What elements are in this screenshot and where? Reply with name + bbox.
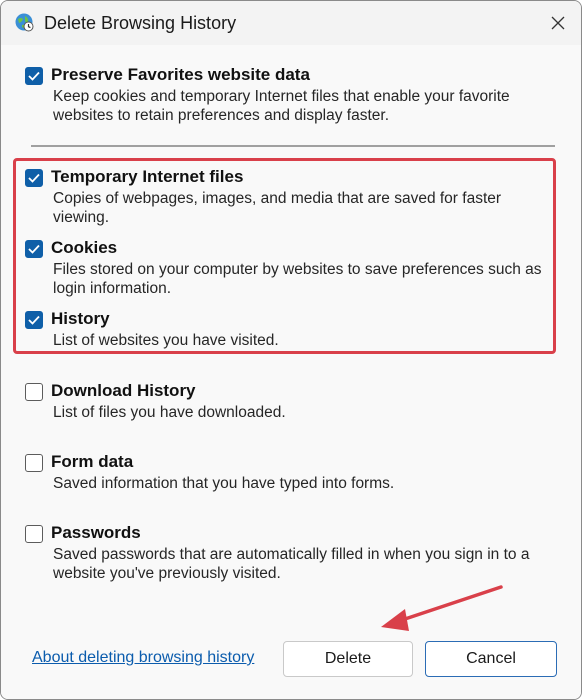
download-history-description: List of files you have downloaded.	[53, 404, 286, 421]
delete-browsing-history-dialog: Delete Browsing History Preserve Favorit…	[0, 0, 582, 700]
title-bar: Delete Browsing History	[1, 1, 581, 45]
dialog-content: Preserve Favorites website data Keep coo…	[1, 45, 581, 699]
delete-button[interactable]: Delete	[283, 641, 413, 677]
temporary-internet-files-label: Temporary Internet files	[51, 167, 244, 186]
separator	[31, 145, 555, 147]
download-history-label: Download History	[51, 381, 196, 400]
checkmark-icon	[28, 173, 40, 183]
checkmark-icon	[28, 244, 40, 254]
close-button[interactable]	[535, 1, 581, 45]
checkmark-icon	[28, 71, 40, 81]
passwords-label: Passwords	[51, 523, 141, 542]
cookies-checkbox[interactable]	[25, 240, 43, 258]
history-description: List of websites you have visited.	[53, 332, 279, 349]
annotation-arrow-icon	[381, 585, 503, 631]
download-history-checkbox[interactable]	[25, 383, 43, 401]
cookies-description: Files stored on your computer by website…	[53, 261, 542, 297]
passwords-checkbox[interactable]	[25, 525, 43, 543]
preserve-favorites-description: Keep cookies and temporary Internet file…	[53, 88, 510, 124]
close-icon	[551, 16, 565, 30]
window-title: Delete Browsing History	[44, 13, 237, 33]
temporary-internet-files-checkbox[interactable]	[25, 169, 43, 187]
cookies-label: Cookies	[51, 238, 118, 257]
history-label: History	[51, 309, 110, 328]
globe-history-icon	[15, 13, 34, 32]
about-deleting-history-link[interactable]: About deleting browsing history	[32, 649, 254, 667]
history-checkbox[interactable]	[25, 311, 43, 329]
temporary-internet-files-description: Copies of webpages, images, and media th…	[53, 190, 502, 226]
checkmark-icon	[28, 315, 40, 325]
form-data-checkbox[interactable]	[25, 454, 43, 472]
cancel-button[interactable]: Cancel	[425, 641, 557, 677]
form-data-label: Form data	[51, 452, 134, 471]
preserve-favorites-label: Preserve Favorites website data	[51, 65, 310, 84]
preserve-favorites-checkbox[interactable]	[25, 67, 43, 85]
form-data-description: Saved information that you have typed in…	[53, 475, 395, 492]
